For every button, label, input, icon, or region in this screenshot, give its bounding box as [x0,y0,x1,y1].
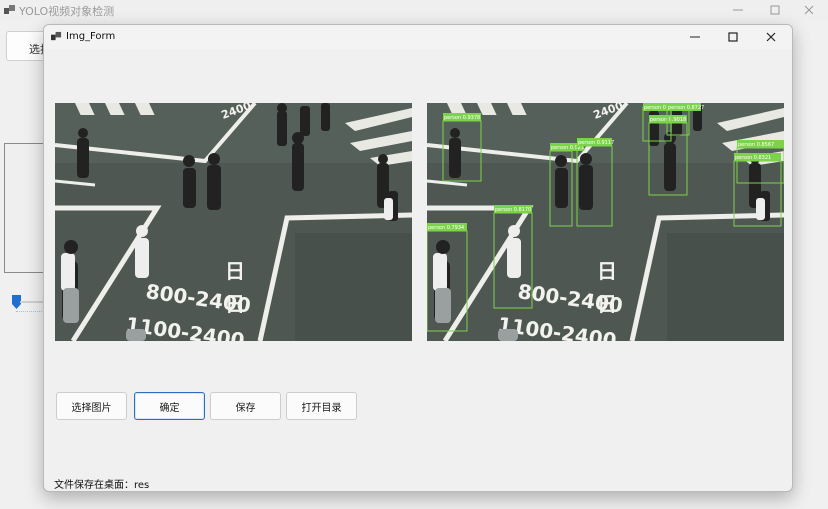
svg-text:日: 日 [225,259,245,283]
slider-track[interactable] [20,301,44,303]
detection-label: person 0.8321 [735,155,771,161]
minimize-icon [733,9,743,11]
maximize-icon [770,5,780,15]
svg-text:日: 日 [597,292,617,316]
svg-text:日: 日 [225,292,245,316]
confirm-button[interactable]: 确定 [134,392,205,420]
dialog-titlebar: Img_Form [44,25,792,49]
detection-label: person 0.9117 [578,140,614,146]
maximize-icon [728,32,738,42]
maximize-button[interactable] [756,0,794,20]
save-status-text: 文件保存在桌面：res [54,480,150,491]
dialog-close-button[interactable] [752,25,790,49]
dialog-title: Img_Form [66,31,116,42]
minimize-icon [690,36,700,38]
select-image-button[interactable]: 选择图片 [56,392,127,420]
close-button[interactable] [790,0,828,20]
detection-label: person 0.9018 [650,117,686,123]
close-icon [804,5,814,15]
slider-ticks [16,311,44,313]
detection-label: person 0.8567 [738,142,774,148]
main-titlebar: YOLO视频对象检测 [0,0,828,20]
open-directory-button[interactable]: 打开目录 [286,392,357,420]
close-icon [766,32,776,42]
save-button[interactable]: 保存 [210,392,281,420]
svg-text:日: 日 [597,259,617,283]
dialog-minimize-button[interactable] [676,25,714,49]
detection-label: person 0.8170 [495,207,531,213]
app-icon [4,5,15,14]
detection-label: person 0.8727 [668,105,704,111]
dialog-maximize-button[interactable] [714,25,752,49]
minimize-button[interactable] [719,0,757,20]
detection-result-image: 日 800-2400 日 1100-2400 2400 person 0.937… [427,103,784,341]
detection-label: person 0.9378 [444,115,480,121]
detection-label: person 0.7934 [428,225,464,231]
main-window-title: YOLO视频对象检测 [19,5,115,18]
app-icon [51,31,62,41]
img-form-dialog: Img_Form 日 800-2400 日 1100-2400 2400 日 8… [43,24,793,492]
original-image: 日 800-2400 日 1100-2400 2400 [55,103,412,341]
